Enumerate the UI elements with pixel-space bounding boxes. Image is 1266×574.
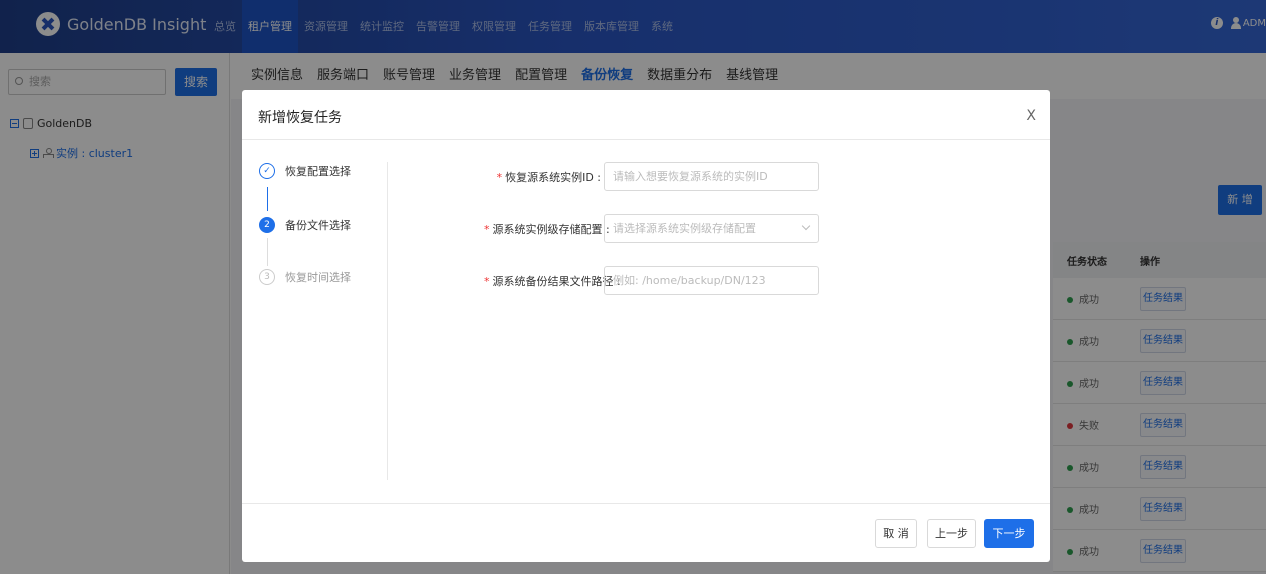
step-label: 恢复配置选择 xyxy=(285,165,351,178)
input-placeholder: 请选择源系统实例级存储配置 xyxy=(613,222,756,235)
input-placeholder: 例如: /home/backup/DN/123 xyxy=(613,274,766,287)
cancel-button[interactable]: 取 消 xyxy=(875,519,917,548)
form-row: * 源系统备份结果文件路径 : 例如: /home/backup/DN/123 xyxy=(484,266,819,295)
backup-path-input[interactable]: 例如: /home/backup/DN/123 xyxy=(604,266,819,295)
check-icon: ✓ xyxy=(259,163,275,179)
close-icon[interactable]: X xyxy=(1026,108,1036,124)
step-label: 恢复时间选择 xyxy=(285,271,351,284)
dialog-header-divider xyxy=(242,139,1050,140)
form-label-text: 恢复源系统实例ID : xyxy=(505,170,601,184)
form-label: * 源系统备份结果文件路径 : xyxy=(484,273,621,289)
form-label: * 源系统实例级存储配置 : xyxy=(484,221,610,237)
new-restore-task-dialog: 新增恢复任务 X ✓ 恢复配置选择 2 备份文件选择 3 恢复时间选择 * 恢复源系统实例I… xyxy=(242,90,1050,562)
step-number: 2 xyxy=(259,217,275,233)
chevron-down-icon xyxy=(801,221,811,231)
steps-divider xyxy=(387,162,388,480)
input-placeholder: 请输入想要恢复源系统的实例ID xyxy=(613,170,768,183)
form-row: * 源系统实例级存储配置 : 请选择源系统实例级存储配置 xyxy=(484,214,819,243)
required-mark: * xyxy=(496,170,503,184)
step-connector xyxy=(267,238,268,266)
form-label-text: 源系统实例级存储配置 : xyxy=(492,222,610,236)
next-step-button[interactable]: 下一步 xyxy=(984,519,1034,548)
step-connector xyxy=(267,187,268,211)
required-mark: * xyxy=(484,222,490,236)
previous-step-button[interactable]: 上一步 xyxy=(927,519,976,548)
form-row: * 恢复源系统实例ID : 请输入想要恢复源系统的实例ID xyxy=(484,162,819,191)
step-item: 3 恢复时间选择 xyxy=(259,269,351,285)
step-number: 3 xyxy=(259,269,275,285)
dialog-footer-divider xyxy=(242,503,1050,504)
form-label: * 恢复源系统实例ID : xyxy=(484,169,604,185)
step-label: 备份文件选择 xyxy=(285,219,351,232)
required-mark: * xyxy=(484,274,490,288)
instance-id-input[interactable]: 请输入想要恢复源系统的实例ID xyxy=(604,162,819,191)
step-item: ✓ 恢复配置选择 xyxy=(259,163,351,179)
storage-config-select[interactable]: 请选择源系统实例级存储配置 xyxy=(604,214,819,243)
step-item: 2 备份文件选择 xyxy=(259,217,351,233)
dialog-title: 新增恢复任务 xyxy=(258,110,342,126)
form-label-text: 源系统备份结果文件路径 : xyxy=(492,274,621,288)
